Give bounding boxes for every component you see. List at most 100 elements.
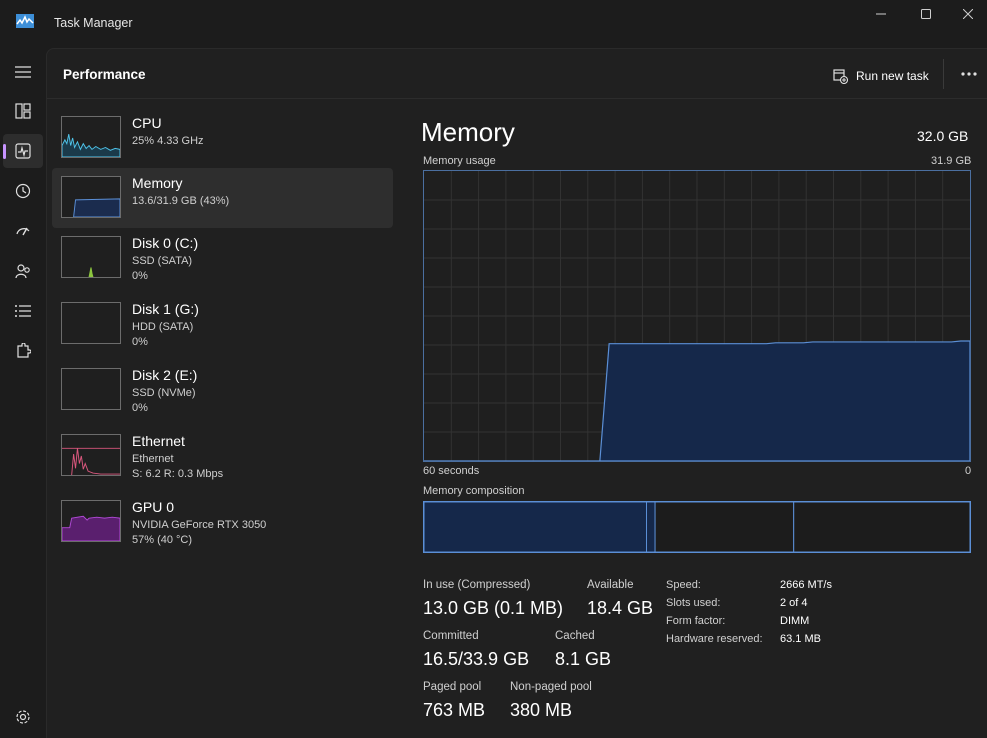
cpu-thumbnail-graph <box>61 116 121 158</box>
device-name: Memory <box>132 175 183 191</box>
device-name: Disk 0 (C:) <box>132 235 199 251</box>
close-icon <box>962 9 973 19</box>
device-usage: S: 6.2 R: 0.3 Mbps <box>132 468 224 480</box>
device-detail: 13.6/31.9 GB (43%) <box>132 195 230 207</box>
page-title: Performance <box>63 67 146 82</box>
non-paged-pool-label: Non-paged pool <box>510 681 592 693</box>
graph-axis-left-label: 60 seconds <box>423 465 480 477</box>
device-name: Ethernet <box>132 433 185 449</box>
device-name: GPU 0 <box>132 499 175 515</box>
memory-total: 32.0 GB <box>917 128 969 144</box>
memory-usage-max: 31.9 GB <box>931 155 972 167</box>
device-cpu[interactable]: CPU 25% 4.33 GHz <box>52 108 393 168</box>
memory-composition-bar <box>423 501 971 553</box>
title-bar: Task Manager <box>0 0 987 48</box>
in-use-value: 13.0 GB (0.1 MB) <box>423 598 564 618</box>
more-options-icon <box>961 72 977 76</box>
spec-hardware-reserved-value: 63.1 MB <box>780 633 821 645</box>
device-detail: HDD (SATA) <box>132 321 194 333</box>
device-detail: SSD (SATA) <box>132 255 193 267</box>
graph-axis-right-label: 0 <box>965 465 972 477</box>
spec-slots-value: 2 of 4 <box>780 597 808 609</box>
device-disk-2[interactable]: Disk 2 (E:) SSD (NVMe) 0% <box>52 360 393 420</box>
nav-processes[interactable] <box>3 94 43 128</box>
performance-icon <box>15 143 31 159</box>
hamburger-menu-icon <box>15 66 31 78</box>
device-disk-0[interactable]: Disk 0 (C:) SSD (SATA) 0% <box>52 228 393 288</box>
device-detail: Ethernet <box>132 453 174 465</box>
memory-usage-label: Memory usage <box>423 155 496 167</box>
device-disk-1[interactable]: Disk 1 (G:) HDD (SATA) 0% <box>52 294 393 354</box>
device-usage: 0% <box>132 336 148 348</box>
available-label: Available <box>587 579 634 591</box>
nav-startup-apps[interactable] <box>3 214 43 248</box>
device-name: CPU <box>132 115 162 131</box>
composition-segment <box>654 502 795 552</box>
nav-details[interactable] <box>3 294 43 328</box>
device-name: Disk 2 (E:) <box>132 367 198 383</box>
navigation-rail <box>0 48 46 738</box>
device-usage: 57% (40 °C) <box>132 534 193 546</box>
users-icon <box>15 264 30 279</box>
app-history-icon <box>15 183 31 199</box>
minimize-button[interactable] <box>858 0 904 28</box>
device-gpu-0[interactable]: GPU 0 NVIDIA GeForce RTX 3050 57% (40 °C… <box>52 492 393 552</box>
task-manager-logo-icon <box>16 14 34 28</box>
details-icon <box>15 305 31 317</box>
ethernet-thumbnail-graph <box>61 434 121 476</box>
device-name: Disk 1 (G:) <box>132 301 199 317</box>
paged-pool-label: Paged pool <box>423 681 482 693</box>
disk-2-thumbnail-graph <box>61 368 121 410</box>
in-use-label: In use (Compressed) <box>423 579 531 591</box>
startup-apps-icon <box>16 227 30 236</box>
device-detail: 25% 4.33 GHz <box>132 135 204 147</box>
spec-form-factor-value: DIMM <box>780 615 810 627</box>
performance-page: Performance Run new task CPU 25% 4.33 GH… <box>46 48 987 738</box>
disk-0-thumbnail-graph <box>61 236 121 278</box>
spec-speed-value: 2666 MT/s <box>780 579 832 591</box>
spec-speed-label: Speed: <box>666 579 701 591</box>
device-detail: NVIDIA GeForce RTX 3050 <box>132 519 267 531</box>
gpu-0-thumbnail-graph <box>61 500 121 542</box>
device-memory[interactable]: Memory 13.6/31.9 GB (43%) <box>52 168 393 228</box>
maximize-icon <box>921 9 931 19</box>
device-usage: 0% <box>132 270 148 282</box>
committed-label: Committed <box>423 630 479 642</box>
nav-users[interactable] <box>3 254 43 288</box>
composition-segment <box>793 502 970 552</box>
disk-1-thumbnail-graph <box>61 302 121 344</box>
spec-hardware-reserved-label: Hardware reserved: <box>666 633 763 645</box>
device-ethernet[interactable]: Ethernet Ethernet S: 6.2 R: 0.3 Mbps <box>52 426 393 486</box>
close-button[interactable] <box>948 0 987 28</box>
cached-label: Cached <box>555 630 595 642</box>
spec-form-factor-label: Form factor: <box>666 615 726 627</box>
nav-app-history[interactable] <box>3 174 43 208</box>
memory-composition-label: Memory composition <box>423 485 525 497</box>
settings-icon <box>16 710 30 724</box>
composition-segment <box>424 502 648 552</box>
spec-slots-label: Slots used: <box>666 597 721 609</box>
detail-title: Memory <box>421 117 515 147</box>
more-options-button[interactable] <box>955 63 983 85</box>
nav-performance[interactable] <box>3 134 43 168</box>
nav-services[interactable] <box>3 334 43 368</box>
available-value: 18.4 GB <box>587 598 654 618</box>
run-new-task-icon <box>833 68 848 84</box>
nav-menu-toggle[interactable] <box>3 55 43 89</box>
cached-value: 8.1 GB <box>555 649 612 669</box>
memory-thumbnail-graph <box>61 176 121 218</box>
window-title: Task Manager <box>54 16 133 30</box>
maximize-button[interactable] <box>903 0 949 28</box>
run-new-task-label: Run new task <box>856 69 929 83</box>
processes-icon <box>15 103 31 119</box>
device-detail: SSD (NVMe) <box>132 387 196 399</box>
header-divider <box>943 59 944 89</box>
minimize-icon <box>876 13 886 15</box>
run-new-task-button[interactable]: Run new task <box>833 66 929 86</box>
services-icon <box>17 343 31 358</box>
committed-value: 16.5/33.9 GB <box>423 649 530 669</box>
paged-pool-value: 763 MB <box>423 700 486 720</box>
page-header: Performance Run new task <box>47 49 987 99</box>
nav-settings[interactable] <box>3 700 43 734</box>
memory-usage-graph <box>423 170 971 462</box>
